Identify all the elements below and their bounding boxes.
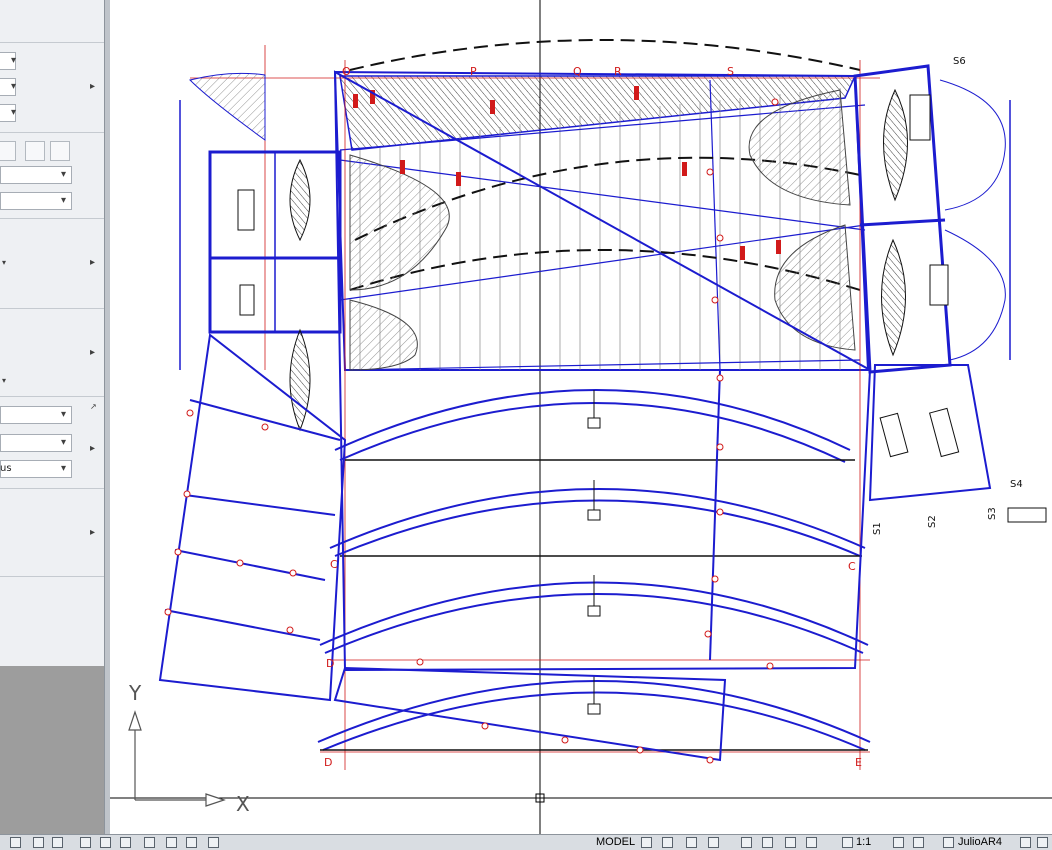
chevron-down-icon[interactable]: ▾ — [11, 56, 16, 66]
chevron-down-icon[interactable]: ▾ — [61, 438, 66, 448]
chevron-down-icon[interactable]: ▾ — [11, 82, 16, 92]
lineweight-icon[interactable] — [144, 837, 155, 848]
dynamic-input-icon[interactable] — [166, 837, 177, 848]
otrack-icon[interactable] — [100, 837, 111, 848]
toolbar-lock-icon[interactable] — [1020, 837, 1031, 848]
section-label-s6: S6 — [953, 56, 966, 67]
section-label-s3: S3 — [987, 507, 998, 520]
paper-icon[interactable] — [662, 837, 673, 848]
property-dropdown-5-value: us — [0, 463, 12, 474]
auto-scale-icon[interactable] — [913, 837, 924, 848]
section-label-s1: S1 — [872, 522, 883, 535]
corner-label-d-mid: D — [326, 657, 334, 670]
right-tower-plan — [853, 64, 1011, 502]
roof-plan — [333, 39, 870, 371]
chevron-down-icon[interactable]: ▾ — [61, 464, 66, 474]
title-block-small — [1007, 507, 1047, 523]
panel-divider — [0, 576, 104, 577]
chevron-down-icon[interactable]: ▾ — [11, 108, 16, 118]
panel-divider — [0, 396, 104, 397]
panel-divider — [0, 132, 104, 133]
panel-divider — [0, 42, 104, 43]
drawing-canvas[interactable]: Y X O P Q R S S6 S4 S1 S2 S3 C D D E C — [110, 0, 1052, 834]
quick-view-layouts-icon[interactable] — [686, 837, 697, 848]
ucs-icon — [128, 710, 226, 807]
house-tool-button[interactable] — [25, 141, 45, 161]
fullscreen-icon[interactable] — [1037, 837, 1048, 848]
corner-label-d-bottom: D — [324, 756, 332, 769]
stamp-tool-button[interactable] — [50, 141, 70, 161]
corner-label-c-left: C — [330, 558, 338, 571]
selection-cycling-icon[interactable] — [208, 837, 219, 848]
quick-view-icon[interactable] — [10, 837, 21, 848]
ortho-icon[interactable] — [186, 837, 197, 848]
grid-label-r: R — [614, 65, 622, 78]
grid-display-icon[interactable] — [33, 837, 44, 848]
ucs-x-label: X — [236, 792, 250, 816]
small-dropdown-arrow-icon[interactable]: ▾ — [2, 258, 6, 268]
small-dropdown-arrow-icon[interactable]: ▾ — [2, 376, 6, 386]
osnap-icon[interactable] — [80, 837, 91, 848]
match-properties-tool-button[interactable] — [0, 141, 16, 161]
annotation-scale-icon[interactable] — [842, 837, 853, 848]
status-bar: MODEL 1:1 JulioAR4 — [0, 834, 1052, 850]
polar-icon[interactable] — [120, 837, 131, 848]
tool-palette-panel: ▾ ▾ ▾ ▸ ▾ ▾ ▸ ▾ ▸ ▾ ↗ ▾ ▾ us ▾ ▸ ▸ — [0, 0, 105, 666]
panel-empty-area — [0, 666, 104, 834]
chevron-down-icon[interactable]: ▾ — [61, 196, 66, 206]
expand-panel-arrow-icon[interactable]: ▸ — [90, 258, 95, 268]
showmotion-icon[interactable] — [806, 837, 817, 848]
section-label-s4: S4 — [1010, 479, 1023, 490]
ucs-y-label: Y — [128, 681, 142, 705]
panel-divider — [0, 218, 104, 219]
layout-tab-icon[interactable] — [641, 837, 652, 848]
pan-icon[interactable] — [741, 837, 752, 848]
corner-label-e: E — [855, 756, 862, 769]
chevron-down-icon[interactable]: ▾ — [61, 170, 66, 180]
grid-label-q: Q — [573, 65, 582, 78]
workspace-name[interactable]: JulioAR4 — [958, 836, 1002, 849]
truss-center-posts — [587, 390, 601, 715]
workspace-gear-icon[interactable] — [943, 837, 954, 848]
chevron-down-icon[interactable]: ▾ — [61, 410, 66, 420]
quick-view-drawings-icon[interactable] — [708, 837, 719, 848]
annotation-visibility-icon[interactable] — [893, 837, 904, 848]
expand-panel-arrow-icon[interactable]: ▸ — [90, 444, 95, 454]
section-label-s2: S2 — [927, 515, 938, 528]
dialog-launcher-icon[interactable]: ↗ — [90, 402, 97, 412]
snap-mode-icon[interactable] — [52, 837, 63, 848]
grid-bubbles — [164, 98, 779, 764]
panel-divider — [0, 308, 104, 309]
expand-panel-arrow-icon[interactable]: ▸ — [90, 528, 95, 538]
corner-label-c-right: C — [848, 560, 856, 573]
zoom-icon[interactable] — [762, 837, 773, 848]
steering-wheel-icon[interactable] — [785, 837, 796, 848]
expand-panel-arrow-icon[interactable]: ▸ — [90, 82, 95, 92]
grid-label-p: P — [470, 65, 477, 78]
grid-label-s: S — [727, 65, 734, 78]
model-space-label[interactable]: MODEL — [596, 836, 635, 849]
annotation-scale-value[interactable]: 1:1 — [856, 836, 871, 849]
expand-panel-arrow-icon[interactable]: ▸ — [90, 348, 95, 358]
panel-divider — [0, 488, 104, 489]
